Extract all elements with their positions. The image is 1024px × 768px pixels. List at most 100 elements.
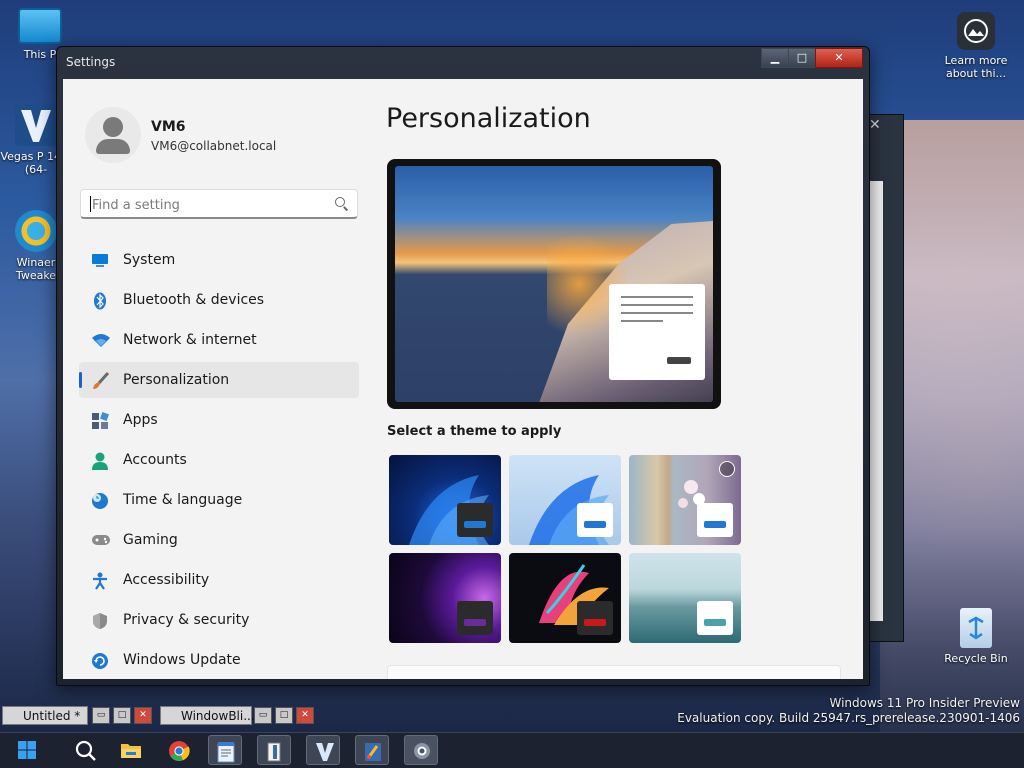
text-cursor	[90, 196, 91, 212]
recycle-bin-icon	[960, 608, 992, 648]
theme-mini-window	[457, 503, 493, 537]
theme-windows-dark[interactable]	[389, 455, 501, 545]
taskbar	[0, 732, 1024, 768]
bluetooth-icon	[91, 292, 109, 310]
minimized-window-label: WindowBli...	[181, 709, 255, 723]
notepad-button[interactable]	[208, 735, 242, 765]
notepad-icon	[216, 741, 236, 763]
settings-button[interactable]	[404, 735, 438, 765]
settings-nav: System Bluetooth & devices Network & int…	[79, 242, 359, 679]
paint-icon	[363, 741, 383, 761]
restore-button[interactable]: ▭	[254, 707, 272, 724]
apps-icon	[91, 412, 109, 429]
document-app-button[interactable]	[257, 735, 291, 765]
theme-mini-window	[577, 503, 613, 537]
theme-glow[interactable]	[389, 553, 501, 643]
search-box[interactable]	[80, 189, 358, 219]
desktop-icon-recycle-bin[interactable]: Recycle Bin	[938, 608, 1014, 665]
chrome-button[interactable]	[161, 735, 195, 765]
chrome-icon	[168, 740, 190, 762]
theme-flow[interactable]	[629, 553, 741, 643]
folder-icon	[120, 740, 141, 760]
nav-item-label: Network & internet	[123, 332, 257, 348]
document-icon	[265, 741, 285, 762]
close-button[interactable]: ✕	[815, 48, 863, 68]
theme-mini-window	[577, 601, 613, 635]
search-icon[interactable]	[335, 197, 345, 207]
search-button[interactable]	[68, 735, 102, 765]
close-button[interactable]: ✕	[134, 707, 152, 724]
avatar[interactable]	[85, 107, 141, 163]
nav-item-label: Windows Update	[123, 652, 241, 668]
nav-item-label: Apps	[123, 412, 158, 428]
nav-item-label: Privacy & security	[123, 612, 250, 628]
maximize-button[interactable]: □	[275, 707, 293, 724]
desktop-icon-label: Learn more about thi...	[944, 54, 1008, 80]
paintbrush-icon	[91, 371, 110, 389]
update-icon	[91, 652, 109, 669]
theme-accent-bar	[464, 619, 486, 626]
file-explorer-button[interactable]	[113, 735, 147, 765]
theme-windows-spotlight[interactable]	[629, 455, 741, 545]
start-button[interactable]	[10, 735, 44, 765]
maximize-button[interactable]: □	[788, 48, 816, 68]
nav-item-label: Accounts	[123, 452, 187, 468]
paint-app-button[interactable]	[355, 735, 389, 765]
preview-line	[621, 312, 693, 314]
nav-item-privacy-security[interactable]: Privacy & security	[79, 602, 359, 638]
minimized-window-windowblinds[interactable]: WindowBli...	[160, 706, 255, 725]
nav-item-personalization[interactable]: Personalization	[79, 362, 359, 398]
nav-item-accounts[interactable]: Accounts	[79, 442, 359, 478]
preview-line	[621, 304, 693, 306]
vegas-pro-button[interactable]	[306, 735, 340, 765]
page-title: Personalization	[386, 103, 591, 134]
preview-line	[621, 320, 663, 322]
minimized-window-untitled[interactable]: Untitled * ...	[2, 706, 88, 741]
search-input[interactable]	[90, 195, 324, 215]
settings-window: Settings ▁ □ ✕ VM6 VM6@collabnet.local S…	[56, 46, 870, 686]
close-icon[interactable]: ✕	[869, 117, 881, 133]
winaero-icon	[15, 210, 57, 252]
nav-item-windows-update[interactable]: Windows Update	[79, 642, 359, 678]
user-email: VM6@collabnet.local	[151, 139, 277, 153]
minimize-button[interactable]: ▁	[761, 48, 789, 68]
theme-accent-bar	[584, 619, 606, 626]
shield-icon	[91, 612, 109, 629]
close-button[interactable]: ✕	[296, 707, 314, 724]
restore-button[interactable]: ▭	[92, 707, 110, 724]
theme-mini-window	[697, 503, 733, 537]
background-window-pane	[869, 181, 883, 621]
spotlight-camera-icon	[957, 12, 995, 50]
theme-windows-light[interactable]	[509, 455, 621, 545]
watermark-build: Evaluation copy. Build 25947.rs_prerelea…	[677, 711, 1020, 725]
preview-window-card	[609, 284, 705, 380]
nav-item-bluetooth[interactable]: Bluetooth & devices	[79, 282, 359, 318]
maximize-button[interactable]: □	[113, 707, 131, 724]
accounts-icon	[91, 452, 109, 470]
monitor-icon	[18, 8, 62, 44]
nav-item-accessibility[interactable]: Accessibility	[79, 562, 359, 598]
theme-accent-bar	[584, 521, 606, 528]
desktop-icon-label: Recycle Bin	[944, 652, 1008, 665]
vegas-icon	[314, 741, 334, 761]
wifi-icon	[91, 332, 110, 348]
theme-accent-bar	[704, 521, 726, 528]
gamepad-icon	[91, 532, 110, 548]
watermark-edition: Windows 11 Pro Insider Preview	[829, 696, 1020, 710]
nav-item-system[interactable]: System	[79, 242, 359, 278]
avatar-head	[103, 117, 123, 137]
nav-item-apps[interactable]: Apps	[79, 402, 359, 438]
monitor-icon	[91, 252, 109, 268]
title-bar[interactable]: Settings ▁ □ ✕	[57, 47, 869, 79]
desktop-icon-learn-more[interactable]: Learn more about thi...	[938, 12, 1014, 80]
nav-item-label: Personalization	[123, 372, 230, 388]
theme-captured-motion[interactable]	[509, 553, 621, 643]
nav-item-time-language[interactable]: Time & language	[79, 482, 359, 518]
nav-item-label: Time & language	[123, 492, 243, 508]
globe-clock-icon	[91, 492, 109, 509]
nav-item-gaming[interactable]: Gaming	[79, 522, 359, 558]
theme-mini-window	[697, 601, 733, 635]
settings-client-area: VM6 VM6@collabnet.local System Bluetooth…	[63, 79, 863, 679]
settings-card-partial[interactable]	[387, 665, 841, 679]
nav-item-network[interactable]: Network & internet	[79, 322, 359, 358]
